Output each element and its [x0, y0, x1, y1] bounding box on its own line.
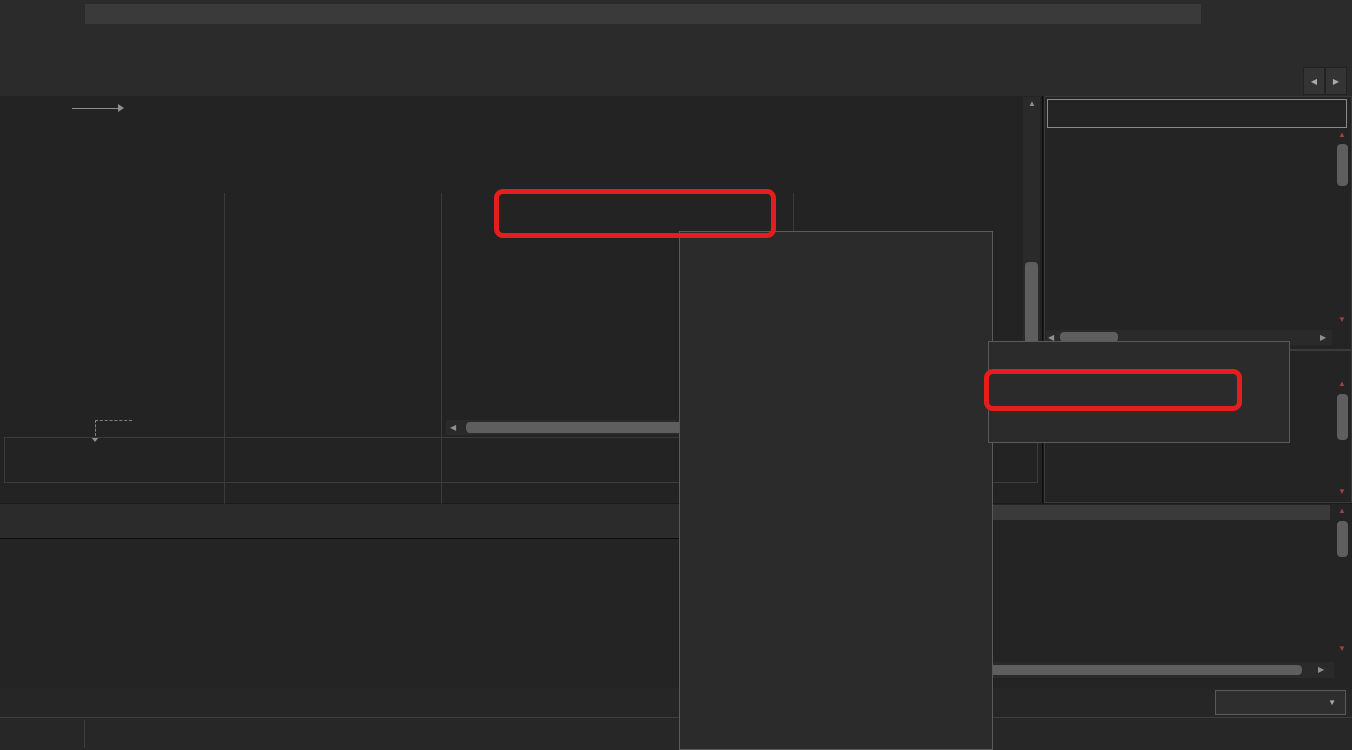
tab-scroll-left-button[interactable]: ◀: [1303, 67, 1325, 95]
registers-panel: [1044, 96, 1352, 350]
jump-line: [95, 420, 132, 421]
eip-arrow-head: [118, 104, 124, 112]
follow-in-dump-submenu: [988, 341, 1290, 443]
tab-scroll-right-button[interactable]: ▶: [1325, 67, 1347, 95]
args-scroll-up-icon[interactable]: ▲: [1338, 380, 1346, 388]
jump-line: [95, 420, 96, 436]
status-bar: [0, 717, 1352, 750]
scroll-right-icon[interactable]: ▶: [1318, 666, 1324, 674]
reg-vscroll-thumb[interactable]: [1337, 144, 1348, 186]
disasm-vscroll-thumb[interactable]: [1025, 262, 1038, 344]
scroll-left-icon[interactable]: ◀: [450, 424, 456, 432]
view-tab-bar: ◀ ▶: [0, 62, 1352, 97]
scroll-right-icon[interactable]: ▶: [1320, 334, 1326, 342]
dump-tab-bar: [0, 504, 685, 538]
hide-fpu-button[interactable]: [1047, 99, 1347, 128]
args-scroll-down-icon[interactable]: ▼: [1338, 488, 1346, 496]
stack-scroll-up-icon[interactable]: ▲: [1338, 507, 1346, 515]
reg-scroll-up-icon[interactable]: ▲: [1338, 131, 1346, 139]
stack-scroll-down-icon[interactable]: ▼: [1338, 645, 1346, 653]
dump-table: [0, 538, 685, 689]
separator: [84, 720, 85, 748]
args-vscroll-thumb[interactable]: [1337, 394, 1348, 440]
calling-convention-dropdown[interactable]: ▼: [1215, 690, 1346, 715]
eip-arrow: [72, 108, 118, 109]
command-input[interactable]: [84, 3, 1202, 25]
stack-vscroll-thumb[interactable]: [1337, 521, 1348, 557]
command-bar: [0, 688, 1352, 717]
reg-scroll-down-icon[interactable]: ▼: [1338, 316, 1346, 324]
toolbar: [0, 25, 1352, 62]
scroll-up-icon[interactable]: ▲: [1028, 100, 1036, 108]
context-menu: [679, 231, 993, 750]
chevron-down-icon: ▼: [1328, 698, 1336, 707]
